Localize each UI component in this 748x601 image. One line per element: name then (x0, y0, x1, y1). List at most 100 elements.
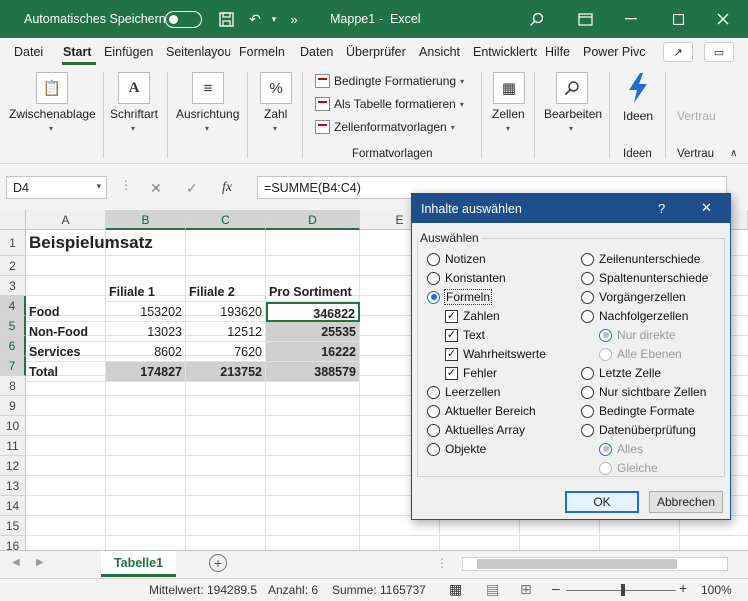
row-header-8[interactable]: 8 (0, 376, 26, 396)
radio-unselected-icon[interactable] (581, 423, 594, 437)
radio-nur-sichtbare-zellen[interactable]: Nur sichtbare Zellen (581, 385, 706, 399)
grid-cell[interactable] (266, 396, 360, 416)
grid-cell[interactable] (26, 476, 106, 496)
tab-daten[interactable]: Daten (300, 45, 333, 59)
row-header-6[interactable]: 6 (0, 336, 26, 356)
grid-cell[interactable] (26, 396, 106, 416)
cell-d4-active[interactable]: 346822 (266, 302, 360, 322)
scroll-right-icon[interactable]: ▶ (36, 557, 44, 568)
comments-icon[interactable]: ▭ (704, 42, 734, 62)
tab-power-pivot[interactable]: Power Pivc (583, 45, 645, 59)
checkbox-wahrheitswerte[interactable]: ✓ Wahrheitswerte (445, 347, 546, 361)
cancel-button[interactable]: Abbrechen (649, 491, 723, 513)
cells-icon[interactable]: ▦ (493, 72, 525, 104)
grid-cell[interactable] (106, 516, 186, 536)
alignment-icon[interactable]: ≡ (192, 72, 224, 104)
radio-unselected-icon[interactable] (581, 366, 594, 380)
group-schriftart[interactable]: Schriftart (110, 107, 158, 121)
cell-c6[interactable]: 7620 (186, 342, 266, 362)
column-header-c[interactable]: C (186, 210, 266, 230)
row-header-10[interactable]: 10 (0, 416, 26, 436)
radio-aktueller-bereich[interactable]: Aktueller Bereich (427, 404, 536, 418)
grid-cell[interactable] (26, 416, 106, 436)
radio-unselected-icon[interactable] (427, 385, 440, 399)
ideas-icon[interactable] (625, 72, 651, 104)
chevron-down-icon[interactable]: ▾ (569, 124, 573, 133)
page-break-view-icon[interactable]: ⊞ (520, 581, 532, 598)
grid-cell[interactable] (186, 476, 266, 496)
row-header-5[interactable]: 5 (0, 316, 26, 336)
add-sheet-icon[interactable]: + (209, 554, 227, 572)
radio-spaltenunterschiede[interactable]: Spaltenunterschiede (581, 271, 708, 285)
group-ausrichtung[interactable]: Ausrichtung (176, 107, 239, 121)
conditional-formatting-button[interactable]: Bedingte Formatierung ▾ (315, 74, 464, 88)
grid-cell[interactable] (186, 516, 266, 536)
row-label-services[interactable]: Services (26, 342, 106, 362)
radio-unselected-icon[interactable] (581, 290, 594, 304)
row-label-total[interactable]: Total (26, 362, 106, 382)
radio-notizen[interactable]: Notizen (427, 252, 486, 266)
group-zahl[interactable]: Zahl (264, 107, 287, 121)
row-label-non-food[interactable]: Non-Food (26, 322, 106, 342)
radio-objekte[interactable]: Objekte (427, 442, 486, 456)
checkbox-text[interactable]: ✓ Text (445, 328, 485, 342)
radio-unselected-icon[interactable] (581, 252, 594, 266)
row-header-11[interactable]: 11 (0, 436, 26, 456)
search-icon[interactable] (527, 10, 545, 28)
cell-c4[interactable]: 193620 (186, 302, 266, 322)
tab-einfuegen[interactable]: Einfügen (104, 45, 153, 59)
radio-letzte-zelle[interactable]: Letzte Zelle (581, 366, 661, 380)
radio-selected-icon[interactable] (427, 290, 440, 304)
ribbon-display-icon[interactable] (576, 10, 594, 28)
radio-unselected-icon[interactable] (427, 442, 440, 456)
row-header-15[interactable]: 15 (0, 516, 26, 536)
chevron-down-icon[interactable]: ▾ (506, 124, 510, 133)
grid-cell[interactable] (26, 496, 106, 516)
grid-cell[interactable] (186, 396, 266, 416)
checkbox-checked-icon[interactable]: ✓ (445, 347, 458, 361)
cell-c7[interactable]: 213752 (186, 362, 266, 382)
more-commands-icon[interactable]: » (285, 10, 303, 28)
grid-cell[interactable] (26, 456, 106, 476)
checkbox-zahlen[interactable]: ✓ Zahlen (445, 309, 500, 323)
group-zellen[interactable]: Zellen (492, 107, 525, 121)
tab-ueberpruefen[interactable]: Überprüfer (346, 45, 410, 59)
cancel-entry-icon[interactable]: ✕ (150, 180, 162, 197)
grid-cell[interactable] (106, 476, 186, 496)
tab-start[interactable]: Start (63, 45, 91, 59)
radio-vorgängerzellen[interactable]: Vorgängerzellen (581, 290, 686, 304)
column-header-b[interactable]: B (106, 210, 186, 230)
group-zwischenablage[interactable]: Zwischenablage (9, 107, 96, 121)
confirm-entry-icon[interactable]: ✓ (186, 180, 198, 197)
grid-cell[interactable] (26, 256, 106, 276)
tab-formeln[interactable]: Formeln (239, 45, 285, 59)
radio-bedingte-formate[interactable]: Bedingte Formate (581, 404, 694, 418)
checkbox-fehler[interactable]: ✓ Fehler (445, 366, 497, 380)
more-icon[interactable]: ⋮ (436, 556, 448, 570)
radio-zeilenunterschiede[interactable]: Zeilenunterschiede (581, 252, 700, 266)
grid-cell[interactable] (26, 276, 106, 296)
row-header-9[interactable]: 9 (0, 396, 26, 416)
zoom-out-icon[interactable]: – (552, 580, 560, 596)
help-icon[interactable]: ? (658, 201, 665, 216)
cell-b7[interactable]: 174827 (106, 362, 186, 382)
column-header-a[interactable]: A (26, 210, 106, 230)
radio-leerzellen[interactable]: Leerzellen (427, 385, 500, 399)
ideen-button-label[interactable]: Ideen (623, 109, 653, 123)
header-filiale-2[interactable]: Filiale 2 (186, 282, 266, 302)
grid-cell[interactable] (186, 256, 266, 276)
radio-unselected-icon[interactable] (581, 404, 594, 418)
header-pro-sortiment[interactable]: Pro Sortiment (266, 282, 360, 302)
chevron-down-icon[interactable]: ▾ (96, 181, 101, 192)
grid-cell[interactable] (106, 396, 186, 416)
grid-cell[interactable] (186, 416, 266, 436)
insert-function-icon[interactable]: fx (222, 180, 232, 196)
zoom-in-icon[interactable]: + (679, 580, 687, 596)
paste-icon[interactable]: 📋 (36, 72, 68, 104)
grid-cell[interactable] (186, 456, 266, 476)
undo-icon[interactable]: ↶ (246, 10, 264, 28)
grid-cell[interactable] (26, 516, 106, 536)
normal-view-icon[interactable]: ▦ (449, 581, 462, 598)
close-window-icon[interactable] (714, 10, 732, 28)
cell-d7[interactable]: 388579 (266, 362, 360, 382)
